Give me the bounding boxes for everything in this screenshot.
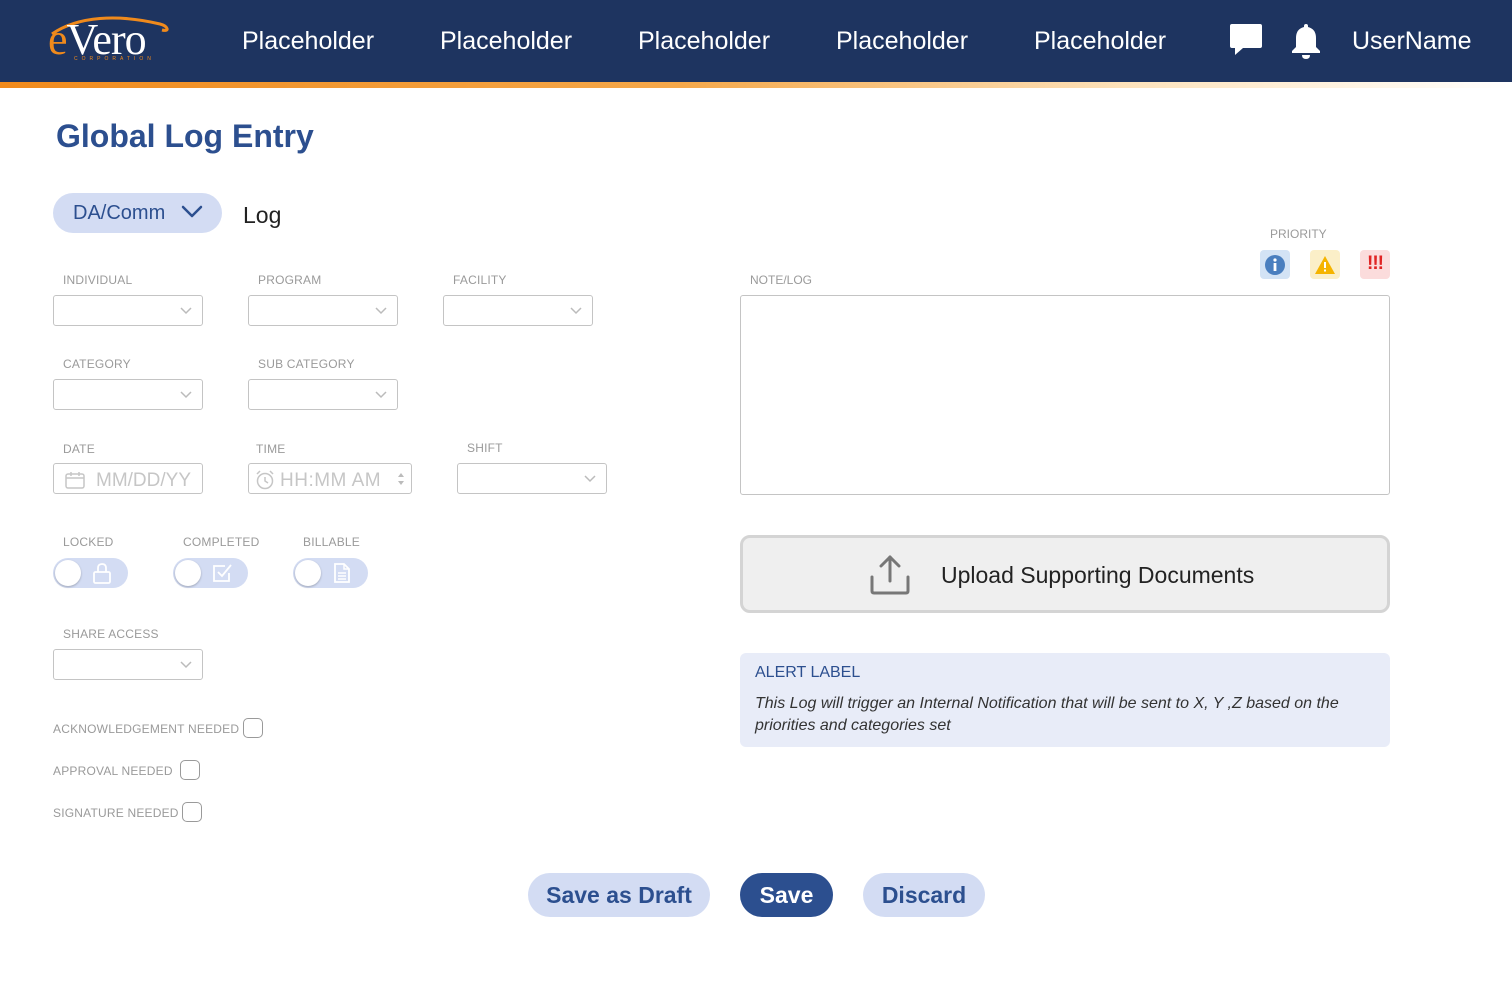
date-label: DATE [63,442,95,456]
page-title: Global Log Entry [56,118,314,154]
program-label: PROGRAM [258,273,322,287]
chevron-down-icon [180,307,192,315]
upload-icon [870,555,910,595]
nav-item-1[interactable]: Placeholder [242,24,374,58]
completed-toggle[interactable] [173,558,248,588]
priority-high-icon: !!! [1367,253,1384,274]
note-log-label: NOTE/LOG [750,273,813,287]
share-access-label: SHARE ACCESS [63,627,159,641]
upload-documents-label: Upload Supporting Documents [941,562,1255,588]
chevron-down-icon [181,205,203,218]
signature-checkbox[interactable] [182,802,202,822]
nav-item-2[interactable]: Placeholder [440,24,572,58]
priority-high-button[interactable]: !!! [1360,250,1390,279]
logo-subtext: CORPORATION [74,56,155,62]
shift-label: SHIFT [467,441,503,455]
toggle-knob [55,560,81,586]
time-input[interactable]: HH:MM AM [248,463,412,494]
alert-box: ALERT LABEL This Log will trigger an Int… [740,653,1390,747]
priority-warning-button[interactable] [1310,250,1340,279]
locked-label: LOCKED [63,535,114,549]
spinner-arrows-icon[interactable] [397,472,405,486]
subcategory-select[interactable] [248,379,398,410]
facility-select[interactable] [443,295,593,326]
individual-select[interactable] [53,295,203,326]
log-type-dropdown[interactable]: DA/Comm [53,193,222,233]
warning-icon [1315,256,1335,274]
nav-item-3[interactable]: Placeholder [638,24,770,58]
shift-select[interactable] [457,463,607,494]
chevron-down-icon [584,475,596,483]
discard-button[interactable]: Discard [863,873,985,917]
signature-label: SIGNATURE NEEDED [53,806,179,820]
priority-info-button[interactable] [1260,250,1290,279]
program-select[interactable] [248,295,398,326]
calendar-icon [65,472,85,489]
chevron-down-icon [375,307,387,315]
document-icon [334,563,350,583]
checked-box-icon [213,564,232,582]
chevron-down-icon [180,391,192,399]
log-type-value: DA/Comm [73,202,166,224]
locked-toggle[interactable] [53,558,128,588]
chevron-down-icon [180,661,192,669]
billable-label: BILLABLE [303,535,360,549]
chevron-down-icon [375,391,387,399]
top-navbar: eVero CORPORATION Placeholder Placeholde… [0,0,1512,82]
upload-documents-button[interactable]: Upload Supporting Documents [740,535,1390,613]
individual-label: INDIVIDUAL [63,273,133,287]
toggle-knob [295,560,321,586]
clock-icon [256,470,274,490]
log-type-label: Log [243,202,282,228]
priority-label: PRIORITY [1270,227,1327,241]
acknowledgement-label: ACKNOWLEDGEMENT NEEDED [53,722,240,736]
date-input[interactable]: MM/DD/YY [53,463,203,494]
share-access-select[interactable] [53,649,203,680]
approval-label: APPROVAL NEEDED [53,764,173,778]
note-log-textarea[interactable] [740,295,1390,495]
bell-icon[interactable] [1289,22,1325,60]
subcategory-label: SUB CATEGORY [258,357,355,371]
nav-item-4[interactable]: Placeholder [836,24,968,58]
billable-toggle[interactable] [293,558,368,588]
category-label: CATEGORY [63,357,131,371]
approval-checkbox[interactable] [180,760,200,780]
chat-icon[interactable] [1229,22,1265,60]
date-placeholder: MM/DD/YY [96,470,191,491]
info-icon [1265,255,1285,275]
category-select[interactable] [53,379,203,410]
facility-label: FACILITY [453,273,507,287]
toggle-knob [175,560,201,586]
username[interactable]: UserName [1352,24,1471,58]
alert-title: ALERT LABEL [755,664,861,681]
chevron-down-icon [570,307,582,315]
save-button[interactable]: Save [740,873,833,917]
nav-item-5[interactable]: Placeholder [1034,24,1166,58]
time-placeholder: HH:MM AM [280,470,382,491]
header-accent-stripe [0,82,1512,88]
save-as-draft-button[interactable]: Save as Draft [528,873,710,917]
time-label: TIME [256,442,286,456]
acknowledgement-checkbox[interactable] [243,718,263,738]
completed-label: COMPLETED [183,535,260,549]
evero-logo[interactable]: eVero CORPORATION [48,14,178,66]
alert-message: This Log will trigger an Internal Notifi… [755,695,1339,734]
lock-icon [93,563,111,584]
